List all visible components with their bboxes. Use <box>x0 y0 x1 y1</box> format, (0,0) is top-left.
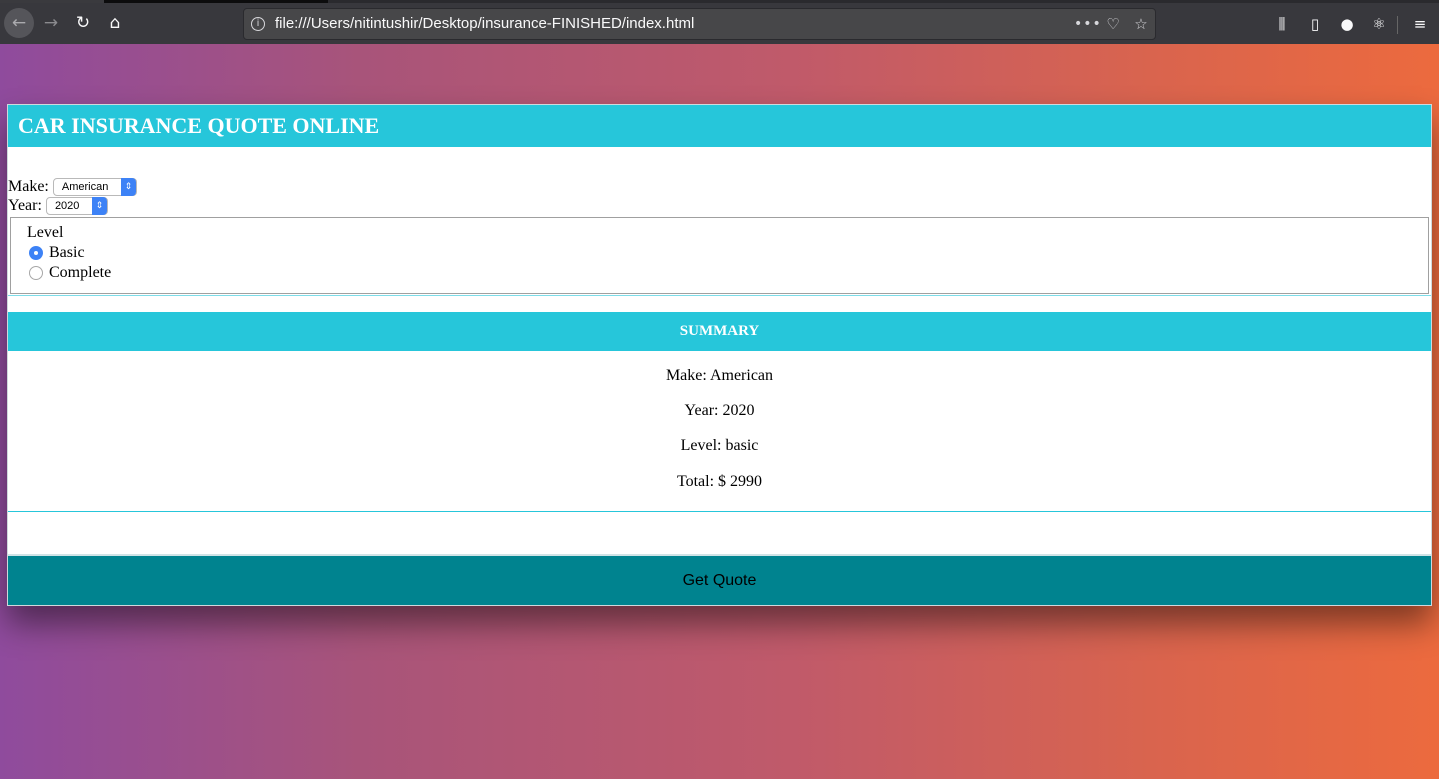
pocket-icon[interactable]: ♡ <box>1102 13 1124 35</box>
summary-panel: Make: American Year: 2020 Level: basic T… <box>8 351 1431 512</box>
browser-toolbar: ← → ↻ ⌂ i file:///Users/nitintushir/Desk… <box>0 3 1439 44</box>
divider <box>8 295 1431 296</box>
menu-icon[interactable]: ≡ <box>1409 13 1431 35</box>
summary-make: Make: American <box>665 367 774 384</box>
chevron-updown-icon: ⇕ <box>120 178 136 196</box>
year-row: Year: 2020 ⇕ <box>8 197 108 215</box>
make-row: Make: American ⇕ <box>8 178 137 196</box>
year-select-value: 2020 <box>54 200 80 212</box>
account-icon[interactable]: ● <box>1336 13 1358 35</box>
radio-basic-label[interactable]: Basic <box>49 244 85 262</box>
radio-complete[interactable]: Complete <box>29 264 111 282</box>
toolbar-divider <box>1397 16 1398 34</box>
summary-title: SUMMARY <box>8 312 1431 351</box>
level-legend: Level <box>27 224 64 241</box>
sidebar-icon[interactable]: ▯ <box>1304 13 1326 35</box>
reload-icon[interactable]: ↻ <box>68 8 98 38</box>
year-select[interactable]: 2020 ⇕ <box>45 197 108 215</box>
get-quote-button[interactable]: Get Quote <box>8 554 1431 605</box>
star-icon[interactable]: ☆ <box>1130 13 1152 35</box>
chevron-updown-icon: ⇕ <box>91 197 107 215</box>
radio-basic-button[interactable] <box>29 246 43 260</box>
make-label: Make: <box>8 178 49 195</box>
home-icon[interactable]: ⌂ <box>100 8 130 38</box>
make-select-value: American <box>61 181 109 193</box>
radio-complete-button[interactable] <box>29 266 43 280</box>
summary-total: Total: $ 2990 <box>676 473 763 490</box>
level-fieldset: Level Basic Complete <box>10 217 1429 294</box>
radio-complete-label[interactable]: Complete <box>49 264 111 282</box>
quote-card: CAR INSURANCE QUOTE ONLINE Make: America… <box>7 104 1432 606</box>
url-text[interactable]: file:///Users/nitintushir/Desktop/insura… <box>275 15 694 32</box>
url-bar[interactable]: i file:///Users/nitintushir/Desktop/insu… <box>243 8 1156 40</box>
summary-level: Level: basic <box>680 437 759 454</box>
react-devtools-icon[interactable]: ⚛ <box>1368 13 1390 35</box>
forward-icon[interactable]: → <box>36 8 66 38</box>
summary-year: Year: 2020 <box>684 402 755 419</box>
more-icon[interactable]: ••• <box>1074 13 1101 35</box>
make-select[interactable]: American ⇕ <box>52 178 137 196</box>
back-icon[interactable]: ← <box>4 8 34 38</box>
library-icon[interactable]: ⫼ <box>1271 13 1293 35</box>
page-title: CAR INSURANCE QUOTE ONLINE <box>8 105 1431 147</box>
info-icon[interactable]: i <box>251 17 265 31</box>
year-label: Year: <box>8 197 42 214</box>
radio-basic[interactable]: Basic <box>29 244 85 262</box>
